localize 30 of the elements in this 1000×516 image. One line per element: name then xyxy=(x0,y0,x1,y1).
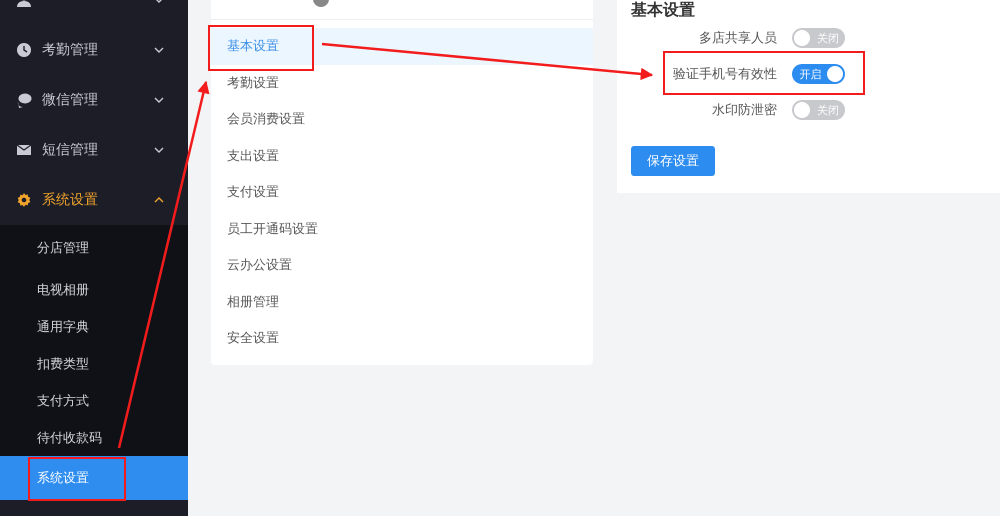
panel-title: 基本设置 xyxy=(631,0,695,21)
sidebar-group[interactable]: 考勤管理 xyxy=(0,25,188,75)
submenu-item[interactable]: 扣费类型 xyxy=(0,345,188,382)
menu-item[interactable]: 会员消费设置 xyxy=(211,101,593,138)
gear-icon xyxy=(16,192,32,208)
chevron-icon xyxy=(154,145,164,155)
menu-item[interactable]: 考勤设置 xyxy=(211,64,593,101)
submenu-item[interactable]: 通用字典 xyxy=(0,308,188,345)
menu-item[interactable]: 相册管理 xyxy=(211,284,593,320)
chevron-icon xyxy=(154,195,164,205)
sidebar-group[interactable]: 微信管理 xyxy=(0,75,188,125)
mail-icon xyxy=(16,142,32,158)
switch-label: 水印防泄密 xyxy=(711,102,777,119)
chat-icon xyxy=(16,92,32,108)
menu-item[interactable]: 支出设置 xyxy=(211,138,593,174)
menu-item[interactable]: 云办公设置 xyxy=(211,247,593,284)
submenu-item[interactable]: 电视相册 xyxy=(0,271,188,308)
switch-label: 验证手机号有效性 xyxy=(672,66,777,83)
menu-item[interactable]: 支付设置 xyxy=(211,174,593,210)
clock-icon xyxy=(16,42,32,58)
chevron-icon xyxy=(154,45,164,55)
submenu-item[interactable]: 分店管理 xyxy=(0,225,188,271)
sidebar-group[interactable]: 系统设置 xyxy=(0,175,188,225)
menu-item[interactable]: 员工开通码设置 xyxy=(211,210,593,247)
switch-label: 多店共享人员 xyxy=(698,30,777,47)
menu-item[interactable]: 安全设置 xyxy=(211,320,593,356)
chevron-icon xyxy=(154,95,164,105)
submenu-item[interactable]: 支付方式 xyxy=(0,382,188,419)
sidebar-group[interactable]: 短信管理 xyxy=(0,125,188,175)
submenu-item[interactable]: 待付收款码 xyxy=(0,419,188,456)
